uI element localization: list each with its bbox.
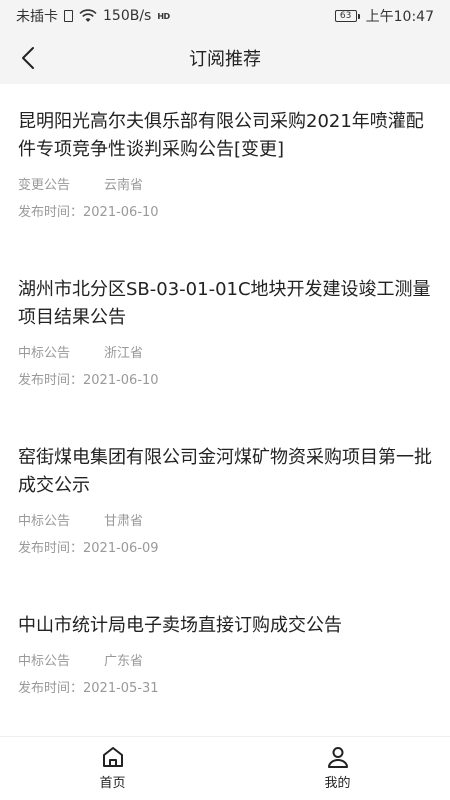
clock: 上午10:47 (365, 9, 434, 25)
item-region: 云南省 (104, 178, 144, 193)
item-type: 中标公告 (18, 346, 71, 361)
item-title: 湖州市北分区SB-03-01-01C地块开发建设竣工测量项目结果公告 (18, 279, 431, 328)
item-meta: 中标公告 浙江省 (18, 342, 432, 361)
tab-bar: 首页 我的 (0, 736, 450, 800)
battery-level: 63 (334, 10, 357, 22)
item-title: 昆明阳光高尔夫俱乐部有限公司采购2021年喷灌配件专项竞争性谈判采购公告[变更] (18, 111, 424, 160)
battery-icon: 63 (334, 10, 360, 22)
status-left: 未插卡 150B/s HD (16, 6, 170, 26)
item-region: 浙江省 (104, 346, 144, 361)
back-button[interactable] (10, 40, 46, 76)
item-date: 发布时间：2021-05-31 (18, 681, 159, 696)
tab-label: 我的 (324, 776, 351, 791)
home-icon (102, 747, 123, 767)
item-title: 窑街煤电集团有限公司金河煤矿物资采购项目第一批成交公示 (18, 447, 432, 496)
hd-icon: HD (157, 11, 170, 21)
item-date: 发布时间：2021-06-10 (18, 373, 159, 388)
item-meta: 中标公告 甘肃省 (18, 510, 432, 529)
carrier-text: 未插卡 (16, 9, 58, 25)
item-region: 广东省 (104, 654, 144, 669)
item-type: 中标公告 (18, 514, 71, 529)
item-type: 变更公告 (18, 178, 71, 193)
item-meta: 中标公告 广东省 (18, 650, 432, 669)
item-date: 发布时间：2021-06-09 (18, 541, 159, 556)
list-item[interactable]: 窑街煤电集团有限公司金河煤矿物资采购项目第一批成交公示 中标公告 甘肃省 发布时… (0, 420, 450, 588)
item-date: 发布时间：2021-06-10 (18, 205, 159, 220)
user-icon (327, 747, 348, 768)
status-bar: 未插卡 150B/s HD 63 上午10:47 (0, 0, 450, 32)
status-right: 63 上午10:47 (334, 6, 434, 26)
list-item[interactable]: 昆明阳光高尔夫俱乐部有限公司采购2021年喷灌配件专项竞争性谈判采购公告[变更]… (0, 84, 450, 252)
nav-bar: 订阅推荐 (0, 32, 450, 84)
sim-icon (64, 10, 73, 22)
tab-label: 首页 (99, 776, 126, 791)
tab-mine[interactable]: 我的 (225, 737, 450, 800)
tab-home[interactable]: 首页 (0, 737, 225, 800)
network-speed: 150B/s (103, 8, 152, 24)
list-item[interactable]: 中山市统计局电子卖场直接订购成交公告 中标公告 广东省 发布时间：2021-05… (0, 588, 450, 736)
item-type: 中标公告 (18, 654, 71, 669)
announcement-list: 昆明阳光高尔夫俱乐部有限公司采购2021年喷灌配件专项竞争性谈判采购公告[变更]… (0, 84, 450, 736)
item-title: 中山市统计局电子卖场直接订购成交公告 (18, 615, 342, 636)
chevron-left-icon (22, 47, 34, 69)
item-meta: 变更公告 云南省 (18, 174, 432, 193)
wifi-icon (79, 9, 97, 22)
list-item[interactable]: 湖州市北分区SB-03-01-01C地块开发建设竣工测量项目结果公告 中标公告 … (0, 252, 450, 420)
item-region: 甘肃省 (104, 514, 144, 529)
page-title: 订阅推荐 (189, 49, 261, 70)
